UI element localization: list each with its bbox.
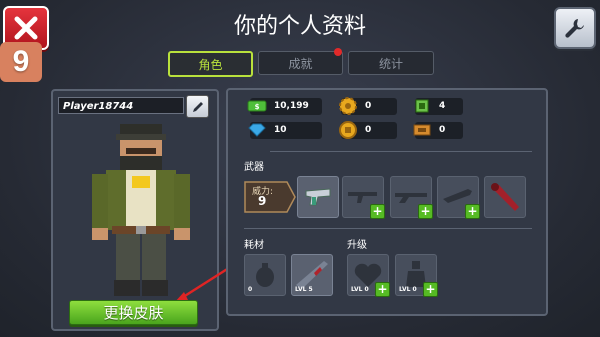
weapon-slot-shotgun[interactable]: + [390, 176, 433, 219]
pistol-icon [305, 188, 331, 206]
add-weapon-button[interactable]: + [418, 204, 433, 219]
player-name-field: Player18744 [58, 97, 184, 114]
consumable-count: 0 [248, 286, 253, 293]
upgrade-slot-heart[interactable]: LVL 0 + [347, 254, 390, 297]
wrench-weapon-icon [491, 183, 519, 211]
gem-stat: 10 [248, 122, 322, 139]
upgrade-level: LVL 0 [351, 286, 369, 293]
pencil-icon [192, 101, 203, 112]
add-weapon-button[interactable]: + [370, 204, 385, 219]
weapon-slot-rifle[interactable]: + [342, 176, 385, 219]
cash-stat: $ 10,199 [247, 98, 322, 115]
ticket-stat: 0 [413, 122, 463, 139]
token-icon [337, 119, 359, 141]
divider [244, 228, 532, 229]
gear-coin-stat: 0 [339, 97, 397, 115]
upgrade-level: LVL 0 [399, 286, 417, 293]
gem-icon [246, 119, 268, 141]
weapon-slot-pistol[interactable] [297, 176, 339, 218]
upgrades-section-label: 升级 [347, 240, 367, 251]
wrench-icon [565, 19, 584, 38]
ticket-icon [411, 119, 433, 141]
add-upgrade-button[interactable]: + [423, 282, 438, 297]
power-value: 9 [258, 194, 267, 208]
chip-stat: 4 [415, 98, 463, 115]
tab-achievements[interactable]: 成就 [258, 51, 343, 75]
token-stat: 0 [339, 121, 397, 139]
consumable-slot-grenade[interactable]: 0 [244, 254, 286, 296]
notification-dot [334, 48, 342, 56]
gear-coin-icon [337, 95, 359, 117]
cash-icon: $ [246, 95, 268, 117]
page-title: 你的个人资料 [233, 14, 366, 39]
upgrade-slot-potion[interactable]: LVL 0 + [395, 254, 438, 297]
add-weapon-button[interactable]: + [465, 204, 480, 219]
settings-button[interactable] [554, 7, 596, 49]
age-rating-badge: 9 [0, 42, 42, 82]
consumable-level: LVL 5 [295, 286, 313, 293]
consumable-slot-sniper[interactable]: LVL 5 [291, 254, 333, 296]
change-skin-button[interactable]: 更换皮肤 [69, 300, 198, 325]
weapons-section-label: 武器 [244, 162, 264, 173]
weapon-slot-launcher[interactable]: + [437, 176, 480, 219]
svg-text:$: $ [255, 103, 260, 111]
weapon-slot-melee[interactable] [484, 176, 526, 218]
consumables-section-label: 耗材 [244, 240, 264, 251]
tab-statistics[interactable]: 统计 [348, 51, 434, 75]
tab-character[interactable]: 角色 [168, 51, 253, 77]
chip-icon [411, 95, 433, 117]
divider [270, 151, 532, 152]
edit-name-button[interactable] [186, 95, 209, 118]
add-upgrade-button[interactable]: + [375, 282, 390, 297]
